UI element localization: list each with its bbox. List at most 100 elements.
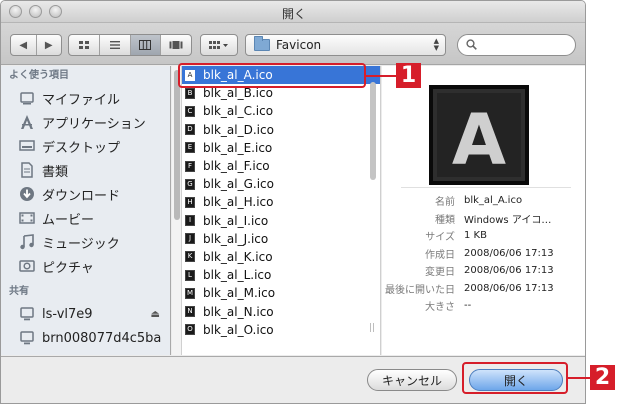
ico-file-icon: J — [185, 233, 195, 245]
sidebar-scrollbar[interactable] — [172, 66, 182, 355]
path-popup-label: Favicon — [276, 38, 322, 52]
metadata-key: 最後に開いた日 — [385, 284, 455, 296]
arrange-button[interactable] — [200, 34, 238, 56]
sidebar-section-heading: よく使う項目 — [9, 70, 69, 81]
movies-icon — [19, 210, 35, 226]
desktop-icon — [19, 138, 35, 154]
file-name: blk_al_C.ico — [203, 104, 274, 119]
file-row[interactable]: Nblk_al_N.ico — [182, 302, 380, 320]
file-row[interactable]: Iblk_al_I.ico — [182, 212, 380, 230]
sidebar-item-label: ls-vl7e9 — [42, 306, 93, 322]
sidebar-scroll-thumb[interactable] — [174, 70, 180, 220]
sidebar-item[interactable]: マイファイル — [1, 86, 170, 110]
file-row[interactable]: Jblk_al_J.ico — [182, 230, 380, 248]
updown-arrows-icon: ▲ ▼ — [433, 37, 439, 52]
callout-1-highlight — [178, 63, 366, 88]
file-column-scrollbar[interactable] — [368, 66, 378, 355]
ico-file-icon: F — [185, 160, 195, 172]
metadata-row: 変更日 2008/06/06 17:13 — [382, 262, 585, 280]
downloads-icon — [19, 186, 35, 202]
sidebar-item[interactable]: アプリケーション — [1, 110, 170, 134]
callout-2-leader — [568, 377, 590, 379]
ico-file-icon: I — [185, 215, 195, 227]
search-icon — [466, 39, 477, 50]
icon-view-button[interactable] — [69, 35, 100, 55]
sidebar-item-label: アプリケーション — [42, 116, 146, 132]
sidebar-item[interactable]: ダウンロード — [1, 182, 170, 206]
file-row[interactable]: Dblk_al_D.ico — [182, 121, 380, 139]
sidebar-item[interactable]: brn008077d4c5ba — [1, 326, 170, 350]
file-row[interactable]: Hblk_al_H.ico — [182, 193, 380, 211]
metadata-value: Windows アイコ… — [464, 214, 552, 226]
sidebar-item-label: ムービー — [42, 212, 95, 228]
sidebar-item[interactable]: ピクチャ — [1, 254, 170, 278]
cover-flow-icon — [169, 41, 183, 49]
file-row[interactable]: Kblk_al_K.ico — [182, 248, 380, 266]
ico-file-icon: M — [185, 287, 195, 299]
sidebar-item-label: マイファイル — [42, 92, 121, 108]
ico-file-icon: L — [185, 269, 195, 281]
metadata-value: 2008/06/06 17:13 — [464, 282, 554, 294]
ico-file-icon: E — [185, 142, 195, 154]
sidebar-item[interactable]: デスクトップ — [1, 134, 170, 158]
file-name: blk_al_B.ico — [203, 86, 273, 101]
file-column-scroll-thumb[interactable] — [370, 82, 376, 180]
metadata-row: 種類 Windows アイコ… — [382, 210, 585, 228]
ico-file-icon: B — [185, 87, 195, 99]
search-field[interactable] — [457, 34, 576, 56]
sidebar-item[interactable]: 書類 — [1, 158, 170, 182]
callout-1-leader — [366, 75, 396, 77]
sidebar-item[interactable]: ls-vl7e9 ⏏ — [1, 302, 170, 326]
callout-1-badge: 1 — [396, 63, 421, 88]
file-name: blk_al_L.ico — [203, 268, 272, 283]
back-arrow-icon: ◀ — [19, 39, 28, 51]
list-view-button[interactable] — [100, 35, 131, 55]
forward-button[interactable]: ▶ — [37, 35, 62, 55]
column-resize-handle[interactable]: || — [369, 323, 375, 333]
title-bar: 開く — [1, 1, 585, 23]
documents-icon — [19, 162, 35, 178]
file-row[interactable]: Eblk_al_E.ico — [182, 139, 380, 157]
metadata-row: サイズ 1 KB — [382, 227, 585, 245]
eject-icon[interactable]: ⏏ — [151, 309, 160, 320]
file-name: blk_al_E.ico — [203, 140, 273, 155]
view-mode-control — [68, 34, 192, 56]
sidebar-item[interactable]: ムービー — [1, 206, 170, 230]
file-name: blk_al_H.ico — [203, 195, 274, 210]
back-forward-control: ◀ ▶ — [10, 34, 62, 56]
sidebar-item-label: brn008077d4c5ba — [42, 330, 162, 346]
ico-file-icon: O — [185, 324, 195, 336]
window-title: 開く — [281, 7, 306, 21]
metadata-key: 名前 — [435, 197, 455, 209]
back-button[interactable]: ◀ — [11, 35, 37, 55]
metadata-value: 2008/06/06 17:13 — [464, 265, 554, 277]
file-row[interactable]: Mblk_al_M.ico — [182, 284, 380, 302]
sidebar-item[interactable]: ミュージック — [1, 230, 170, 254]
column-view-button[interactable] — [130, 35, 162, 55]
file-name: blk_al_O.ico — [203, 322, 274, 337]
computer-icon — [19, 306, 35, 322]
metadata-value: blk_al_A.ico — [464, 195, 523, 207]
arrange-grid-icon — [209, 41, 228, 49]
music-icon — [19, 234, 35, 250]
file-name: blk_al_G.ico — [203, 177, 274, 192]
file-row[interactable]: Fblk_al_F.ico — [182, 157, 380, 175]
path-popup[interactable]: Favicon ▲ ▼ — [245, 34, 446, 56]
metadata-key: 作成日 — [425, 249, 455, 261]
file-name: blk_al_F.ico — [203, 159, 270, 174]
cancel-button[interactable]: キャンセル — [367, 369, 457, 391]
folder-icon — [254, 36, 270, 51]
file-row[interactable]: Oblk_al_O.ico — [182, 321, 380, 339]
icon-view-icon — [78, 41, 89, 49]
sidebar-item-label: ダウンロード — [42, 188, 121, 204]
file-row[interactable]: Cblk_al_C.ico — [182, 102, 380, 120]
computer-icon — [19, 330, 35, 346]
metadata-row: 最後に開いた日 2008/06/06 17:13 — [382, 280, 585, 298]
sidebar-item-label: デスクトップ — [42, 140, 121, 156]
cover-flow-view-button[interactable] — [161, 35, 191, 55]
callout-2-badge: 2 — [590, 365, 615, 390]
file-row[interactable]: Gblk_al_G.ico — [182, 175, 380, 193]
callout-2-highlight — [462, 362, 568, 394]
file-row[interactable]: Lblk_al_L.ico — [182, 266, 380, 284]
ico-file-icon: K — [185, 251, 195, 263]
